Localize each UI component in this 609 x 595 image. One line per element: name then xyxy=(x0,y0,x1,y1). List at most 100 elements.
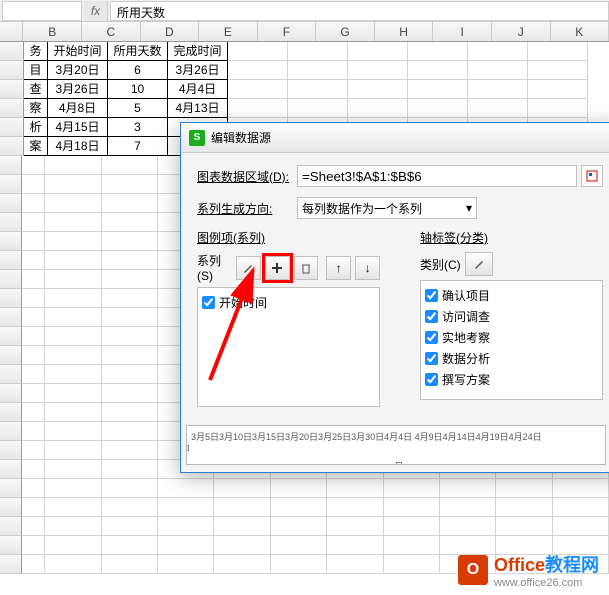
col-header[interactable]: D xyxy=(141,22,200,41)
cell[interactable] xyxy=(468,61,528,80)
cell[interactable] xyxy=(384,498,440,517)
cell[interactable] xyxy=(288,99,348,118)
cell[interactable] xyxy=(22,422,45,441)
cell[interactable] xyxy=(528,42,588,61)
cell[interactable] xyxy=(384,536,440,555)
resize-handle[interactable] xyxy=(396,462,402,465)
row-header[interactable] xyxy=(0,289,22,308)
formula-input[interactable]: 所用天数 xyxy=(110,1,609,21)
cell[interactable] xyxy=(271,498,327,517)
cell[interactable] xyxy=(408,42,468,61)
cell[interactable] xyxy=(102,270,158,289)
move-up-button[interactable]: ↑ xyxy=(326,256,351,280)
list-item[interactable]: 实地考察 xyxy=(425,327,598,348)
cell[interactable]: 3月20日 xyxy=(48,61,108,80)
list-item[interactable]: 访问调查 xyxy=(425,306,598,327)
series-listbox[interactable]: 开始时间 xyxy=(197,287,380,407)
cell[interactable] xyxy=(327,517,383,536)
cell[interactable] xyxy=(158,498,214,517)
chart-placeholder[interactable]: 3月5日3月10日3月15日3月20日3月25日3月30日4月4日 4月9日4月… xyxy=(186,425,606,465)
cell[interactable] xyxy=(102,498,158,517)
col-header[interactable]: H xyxy=(375,22,434,41)
cell[interactable] xyxy=(22,536,45,555)
row-header[interactable] xyxy=(0,80,24,99)
cell[interactable] xyxy=(22,232,45,251)
fx-button[interactable]: fx xyxy=(84,1,108,21)
cell[interactable]: 7 xyxy=(108,137,168,156)
cell[interactable] xyxy=(22,270,45,289)
cell[interactable]: 10 xyxy=(108,80,168,99)
cell[interactable] xyxy=(45,251,101,270)
cell[interactable] xyxy=(528,61,588,80)
cell[interactable] xyxy=(496,498,552,517)
cell[interactable] xyxy=(22,194,45,213)
cell[interactable] xyxy=(214,498,270,517)
row-header[interactable] xyxy=(0,441,22,460)
row-header[interactable] xyxy=(0,365,22,384)
cell[interactable] xyxy=(22,365,45,384)
cell[interactable] xyxy=(348,99,408,118)
cell[interactable] xyxy=(288,80,348,99)
cell[interactable] xyxy=(348,80,408,99)
cell[interactable]: 3月26日 xyxy=(168,61,228,80)
chart-data-range-input[interactable] xyxy=(297,165,577,187)
cell[interactable] xyxy=(45,308,101,327)
list-item[interactable]: 数据分析 xyxy=(425,348,598,369)
cell[interactable]: 6 xyxy=(108,61,168,80)
col-header[interactable]: K xyxy=(551,22,609,41)
move-down-button[interactable]: ↓ xyxy=(355,256,380,280)
cell[interactable] xyxy=(45,365,101,384)
cell[interactable] xyxy=(327,536,383,555)
cell[interactable] xyxy=(102,479,158,498)
cell[interactable] xyxy=(228,99,288,118)
cell[interactable] xyxy=(22,308,45,327)
cell[interactable] xyxy=(158,517,214,536)
cell[interactable] xyxy=(22,498,45,517)
cell[interactable]: 察 xyxy=(24,99,48,118)
row-header[interactable] xyxy=(0,460,22,479)
row-header[interactable] xyxy=(0,270,22,289)
cell[interactable] xyxy=(327,498,383,517)
row-header[interactable] xyxy=(0,251,22,270)
cell[interactable]: 4月15日 xyxy=(48,118,108,137)
cell[interactable] xyxy=(553,517,609,536)
cell[interactable]: 4月8日 xyxy=(48,99,108,118)
cell[interactable] xyxy=(102,194,158,213)
cell[interactable] xyxy=(45,232,101,251)
cell[interactable] xyxy=(496,479,552,498)
cell[interactable] xyxy=(102,289,158,308)
cell[interactable] xyxy=(22,384,45,403)
category-listbox[interactable]: 确认项目 访问调查 实地考察 数据分析 撰写方案 xyxy=(420,280,603,400)
cell[interactable] xyxy=(468,99,528,118)
row-header[interactable] xyxy=(0,403,22,422)
cell[interactable] xyxy=(288,42,348,61)
cell[interactable] xyxy=(22,213,45,232)
cell[interactable] xyxy=(440,517,496,536)
category-checkbox[interactable] xyxy=(425,289,438,302)
series-checkbox[interactable] xyxy=(202,296,215,309)
row-header[interactable] xyxy=(0,384,22,403)
cell[interactable] xyxy=(22,346,45,365)
col-header[interactable]: B xyxy=(23,22,82,41)
cell[interactable] xyxy=(158,536,214,555)
cell[interactable] xyxy=(102,441,158,460)
cell[interactable] xyxy=(468,80,528,99)
cell[interactable] xyxy=(45,517,101,536)
cell[interactable] xyxy=(327,555,383,574)
cell[interactable]: 务 xyxy=(24,42,48,61)
row-header[interactable] xyxy=(0,42,24,61)
cell[interactable] xyxy=(45,270,101,289)
row-header[interactable] xyxy=(0,213,22,232)
cell[interactable] xyxy=(348,42,408,61)
cell[interactable] xyxy=(228,42,288,61)
cell[interactable] xyxy=(102,346,158,365)
range-selector-button[interactable] xyxy=(581,165,603,187)
add-series-button[interactable] xyxy=(265,256,290,280)
col-header[interactable]: C xyxy=(82,22,141,41)
cell[interactable]: 4月4日 xyxy=(168,80,228,99)
cell[interactable] xyxy=(45,346,101,365)
cell[interactable] xyxy=(228,61,288,80)
category-checkbox[interactable] xyxy=(425,310,438,323)
cell[interactable] xyxy=(214,479,270,498)
cell[interactable] xyxy=(22,327,45,346)
